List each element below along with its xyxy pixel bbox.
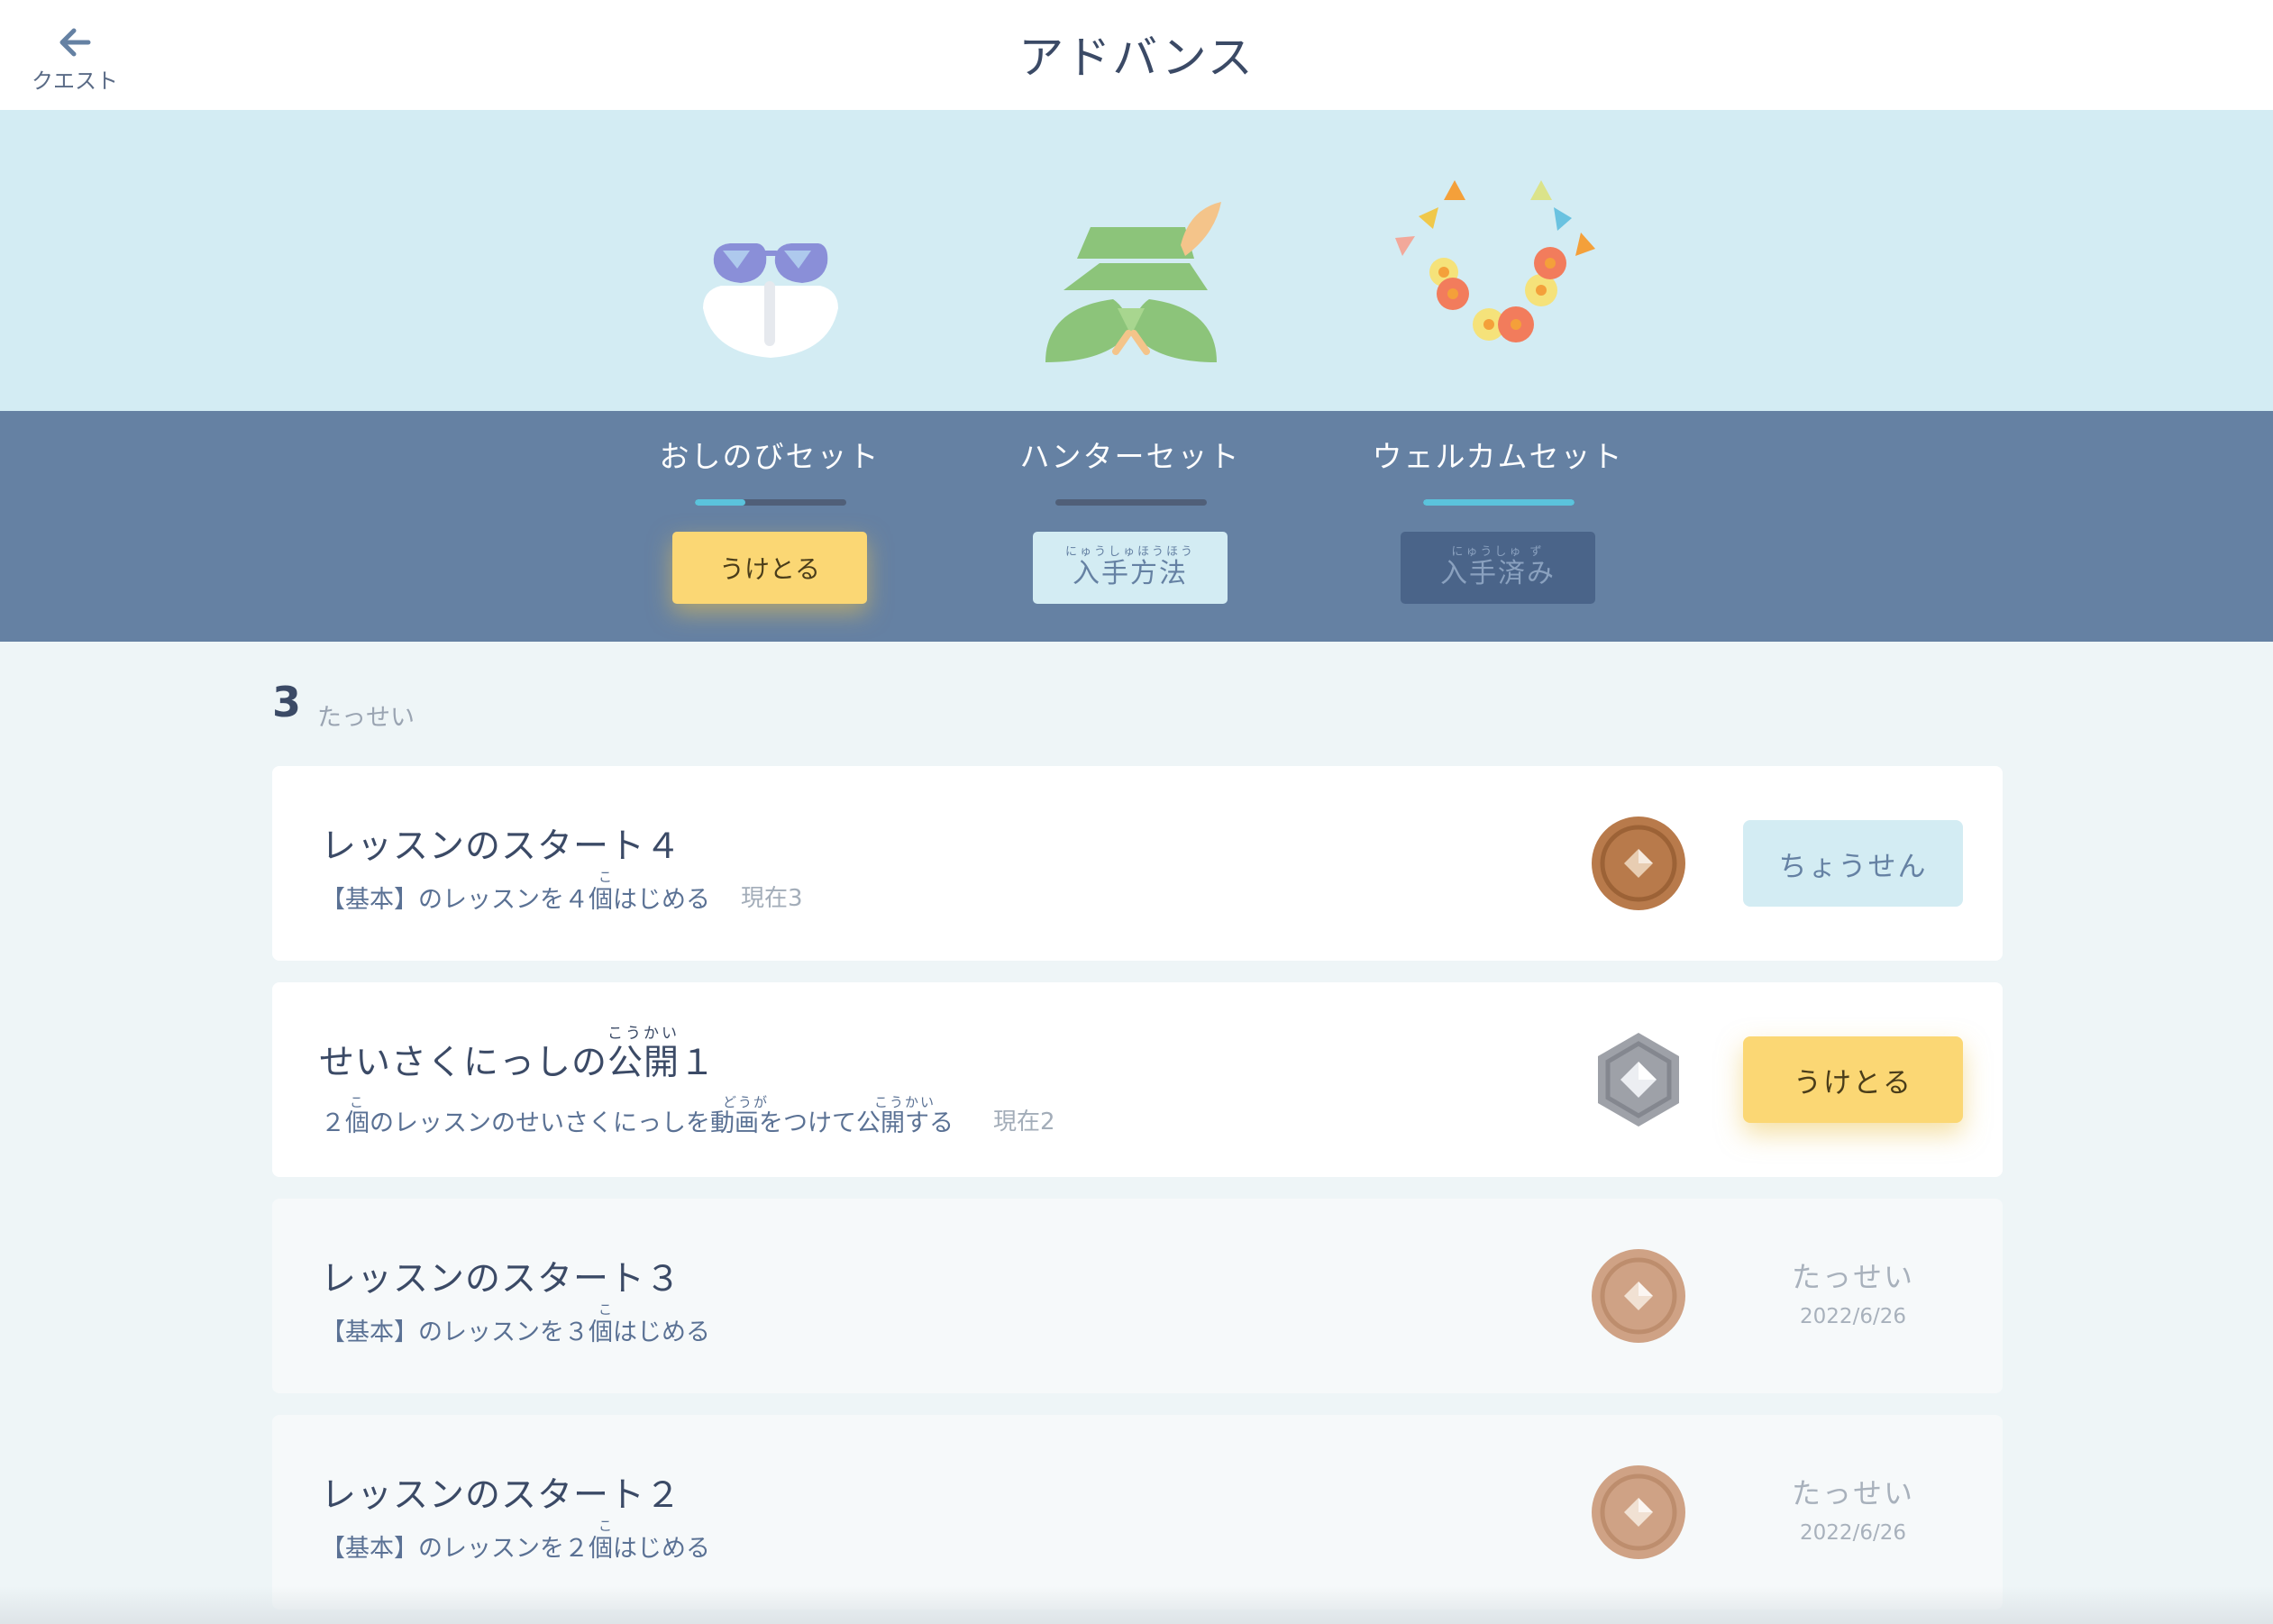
quest-current: 現在3 xyxy=(741,885,803,912)
reward-progress-fill xyxy=(1423,499,1575,506)
reward-set-hunter: ハンターセット にゅうしゅほうほう 入手方法 xyxy=(995,411,1265,642)
bottom-fade xyxy=(0,1586,2273,1624)
reward-set-name: おしのびセット xyxy=(659,439,881,474)
receive-button[interactable]: うけとる xyxy=(1743,1036,1963,1123)
achievement-count: 3 xyxy=(272,678,302,726)
quest-title: せいさくにっしの公開１ xyxy=(319,1043,717,1083)
quest-description: ２個のレッスンのせいさくにっしを動画をつけて公開する xyxy=(321,1109,954,1137)
reward-progress-bar xyxy=(1423,499,1575,506)
sunglasses-scarf-icon xyxy=(703,243,838,358)
bronze-medal-icon xyxy=(1592,817,1685,910)
bronze-medal-icon xyxy=(1592,1465,1685,1559)
reward-banner xyxy=(0,110,2273,411)
reward-sets-bar: おしのびセット うけとる ハンターセット にゅうしゅほうほう 入手方法 ウェルカ… xyxy=(0,411,2273,642)
achieved-label: たっせい xyxy=(1791,1476,1914,1510)
achieved-label: たっせい xyxy=(1791,1260,1914,1294)
reward-progress-fill xyxy=(695,499,745,506)
quest-title: レッスンのスタート４ xyxy=(321,826,682,867)
quest-title: レッスンのスタート２ xyxy=(321,1475,682,1516)
challenge-button[interactable]: ちょうせん xyxy=(1743,820,1963,907)
quest-description: 【基本】のレッスンを３個はじめる xyxy=(321,1318,710,1346)
hunter-hat-icon xyxy=(1045,202,1221,362)
button-label: 入手方法 xyxy=(1073,558,1188,589)
reward-progress-bar xyxy=(695,499,846,506)
top-bar: クエスト アドバンス xyxy=(0,0,2273,110)
page-title: アドバンス xyxy=(1018,32,1255,84)
quest-card: レッスンのスタート３ こ 【基本】のレッスンを３個はじめる たっせい 2022/… xyxy=(272,1199,2003,1393)
silver-medal-icon xyxy=(1598,1033,1679,1127)
quest-description: 【基本】のレッスンを２個はじめる xyxy=(321,1535,710,1563)
achieved-date: 2022/6/26 xyxy=(1800,1521,1906,1545)
quest-title: レッスンのスタート３ xyxy=(321,1259,682,1300)
receive-reward-button[interactable]: うけとる xyxy=(672,532,867,604)
reward-set-oshinobi: おしのびセット うけとる xyxy=(634,411,905,642)
reward-set-welcome: ウェルカムセット にゅうしゅ ず 入手済み xyxy=(1363,411,1633,642)
button-label: 入手済み xyxy=(1440,558,1556,589)
achievement-count-label: たっせい xyxy=(317,704,415,732)
reward-set-name: ハンターセット xyxy=(1019,439,1241,474)
flower-lei-icon xyxy=(1395,180,1595,342)
achieved-status: たっせい 2022/6/26 xyxy=(1743,1471,1963,1545)
bronze-medal-icon xyxy=(1592,1249,1685,1343)
button-furigana: にゅうしゅほうほう xyxy=(1064,545,1195,559)
quest-card: こうかい せいさくにっしの公開１ こ どうが こうかい ２個のレッスンのせいさく… xyxy=(272,982,2003,1177)
how-to-get-button[interactable]: にゅうしゅほうほう 入手方法 xyxy=(1033,532,1228,604)
quest-card: レッスンのスタート２ こ 【基本】のレッスンを２個はじめる たっせい 2022/… xyxy=(272,1415,2003,1610)
obtained-button[interactable]: にゅうしゅ ず 入手済み xyxy=(1401,532,1595,604)
quest-card: レッスンのスタート４ こ 【基本】のレッスンを４個はじめる 現在3 ちょうせん xyxy=(272,766,2003,961)
reward-set-name: ウェルカムセット xyxy=(1372,439,1624,474)
quest-description: 【基本】のレッスンを４個はじめる xyxy=(321,886,710,914)
achieved-status: たっせい 2022/6/26 xyxy=(1743,1254,1963,1328)
reward-progress-bar xyxy=(1055,499,1207,506)
achieved-date: 2022/6/26 xyxy=(1800,1305,1906,1328)
quest-current: 現在2 xyxy=(993,1109,1055,1136)
button-furigana: にゅうしゅ ず xyxy=(1451,545,1545,559)
